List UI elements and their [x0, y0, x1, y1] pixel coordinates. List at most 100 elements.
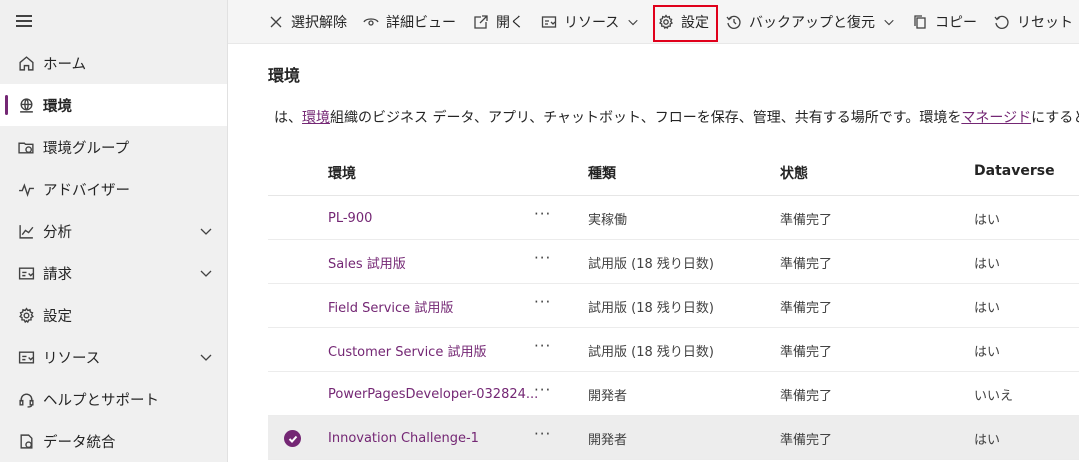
environment-name-link[interactable]: Innovation Challenge-1 [328, 416, 479, 460]
eye-icon [363, 18, 379, 26]
page-description: は、環境組織のビジネス データ、アプリ、チャットボット、フローを保存、管理、共有… [274, 107, 1079, 127]
open-label: 開く [496, 15, 524, 31]
environment-type: 試用版 (18 残り日数) [588, 344, 714, 360]
backup-restore-button[interactable]: バックアップと復元 [726, 0, 895, 44]
sidebar-item-label: 環境グループ [43, 140, 130, 157]
environment-dataverse: いいえ [974, 388, 1014, 404]
environment-type: 試用版 (18 残り日数) [588, 256, 714, 272]
copy-label: コピー [935, 15, 977, 31]
chevron-down-icon[interactable] [199, 266, 213, 280]
row-checkmark-icon[interactable] [284, 430, 301, 447]
page-title: 環境 [268, 66, 301, 85]
detail-view-button[interactable]: 詳細ビュー [363, 0, 456, 44]
table-row[interactable]: Customer Service 試用版 ··· 試用版 (18 残り日数) 準… [268, 328, 1079, 372]
advisor-icon [17, 180, 35, 198]
environment-dataverse: はい [974, 256, 1001, 272]
more-options-icon[interactable]: ··· [534, 368, 551, 412]
more-options-icon[interactable]: ··· [534, 324, 551, 368]
table-row-selected[interactable]: Innovation Challenge-1 ··· 開発者 準備完了 はい [268, 416, 1079, 460]
deselect-button[interactable]: 選択解除 [268, 0, 347, 44]
environment-name-link[interactable]: Sales 試用版 [328, 240, 406, 284]
environment-dataverse: はい [974, 432, 1001, 448]
home-icon [17, 54, 35, 72]
environment-icon [17, 96, 35, 114]
environment-state: 準備完了 [780, 388, 833, 404]
environment-state: 準備完了 [780, 212, 833, 228]
copy-icon [914, 15, 926, 29]
more-options-icon[interactable]: ··· [534, 192, 551, 236]
resources-icon [541, 16, 557, 28]
environment-type: 試用版 (18 残り日数) [588, 300, 714, 316]
sidebar-item-label: リソース [43, 350, 101, 367]
data-integration-icon [17, 432, 35, 450]
description-text: にすると [1031, 110, 1079, 126]
sidebar-item-data-integration[interactable]: データ統合 [0, 420, 227, 462]
reset-label: リセット [1017, 15, 1073, 31]
detail-view-label: 詳細ビュー [386, 15, 456, 31]
table-row[interactable]: PL-900 ··· 実稼働 準備完了 はい [268, 196, 1079, 240]
resources-icon [17, 348, 35, 366]
column-header-state[interactable]: 状態 [780, 163, 808, 183]
copy-button[interactable]: コピー [912, 0, 977, 44]
chevron-down-icon[interactable] [199, 224, 213, 238]
environment-type: 実稼働 [588, 212, 628, 228]
sidebar-item-resources[interactable]: リソース [0, 336, 227, 378]
chevron-down-icon[interactable] [199, 350, 213, 364]
resources-button[interactable]: リソース [541, 0, 639, 44]
sidebar-item-label: ホーム [43, 56, 87, 73]
settings-icon [17, 306, 35, 324]
open-external-icon [474, 15, 488, 29]
table-row[interactable]: PowerPagesDeveloper-032824... ··· 開発者 準備… [268, 372, 1079, 416]
environment-state: 準備完了 [780, 256, 833, 272]
column-header-type[interactable]: 種類 [588, 163, 616, 183]
column-header-dataverse[interactable]: Dataverse [974, 163, 1055, 179]
managed-link[interactable]: マネージド [961, 110, 1031, 126]
table-row[interactable]: Field Service 試用版 ··· 試用版 (18 残り日数) 準備完了… [268, 284, 1079, 328]
billing-icon [17, 264, 35, 282]
environment-state: 準備完了 [780, 344, 833, 360]
description-text: は、 [274, 110, 302, 126]
environment-dataverse: はい [974, 212, 1001, 228]
settings-highlight-box [653, 5, 718, 42]
chevron-down-icon [884, 19, 894, 26]
sidebar-item-settings[interactable]: 設定 [0, 294, 227, 336]
environment-type: 開発者 [588, 388, 628, 404]
deselect-label: 選択解除 [291, 15, 347, 31]
open-button[interactable]: 開く [473, 0, 524, 44]
sidebar-item-home[interactable]: ホーム [0, 42, 227, 84]
close-icon [270, 16, 282, 28]
sidebar-item-environments[interactable]: 環境 [0, 84, 227, 126]
sidebar-item-label: 設定 [43, 308, 72, 325]
sidebar-item-label: ヘルプとサポート [43, 392, 159, 409]
environment-name-link[interactable]: Field Service 試用版 [328, 284, 453, 328]
environment-name-link[interactable]: PowerPagesDeveloper-032824... [328, 372, 538, 416]
help-support-icon [17, 390, 35, 408]
environment-state: 準備完了 [780, 432, 833, 448]
sidebar-item-billing[interactable]: 請求 [0, 252, 227, 294]
sidebar-item-advisor[interactable]: アドバイザー [0, 168, 227, 210]
column-header-environment[interactable]: 環境 [328, 163, 356, 183]
sidebar-item-label: 請求 [43, 266, 72, 283]
analytics-icon [17, 222, 35, 240]
description-text: 組織のビジネス データ、アプリ、チャットボット、フローを保存、管理、共有する場所… [330, 110, 962, 126]
table-row[interactable]: Sales 試用版 ··· 試用版 (18 残り日数) 準備完了 はい [268, 240, 1079, 284]
environment-link[interactable]: 環境 [302, 110, 330, 126]
reset-button[interactable]: リセット [994, 0, 1073, 44]
environment-name-link[interactable]: PL-900 [328, 196, 372, 240]
sidebar-item-help-support[interactable]: ヘルプとサポート [0, 378, 227, 420]
sidebar-item-label: アドバイザー [43, 182, 130, 199]
more-options-icon[interactable]: ··· [534, 412, 551, 456]
more-options-icon[interactable]: ··· [534, 236, 551, 280]
sidebar-item-label: 分析 [43, 224, 72, 241]
environment-name-link[interactable]: Customer Service 試用版 [328, 328, 486, 372]
backup-restore-label: バックアップと復元 [749, 15, 875, 31]
chevron-down-icon [628, 19, 638, 26]
hamburger-menu-icon[interactable] [16, 14, 34, 28]
backup-restore-icon [726, 15, 741, 29]
environment-dataverse: はい [974, 300, 1001, 316]
environment-type: 開発者 [588, 432, 628, 448]
environment-group-icon [17, 138, 35, 156]
sidebar-item-environment-groups[interactable]: 環境グループ [0, 126, 227, 168]
sidebar-item-analytics[interactable]: 分析 [0, 210, 227, 252]
more-options-icon[interactable]: ··· [534, 280, 551, 324]
